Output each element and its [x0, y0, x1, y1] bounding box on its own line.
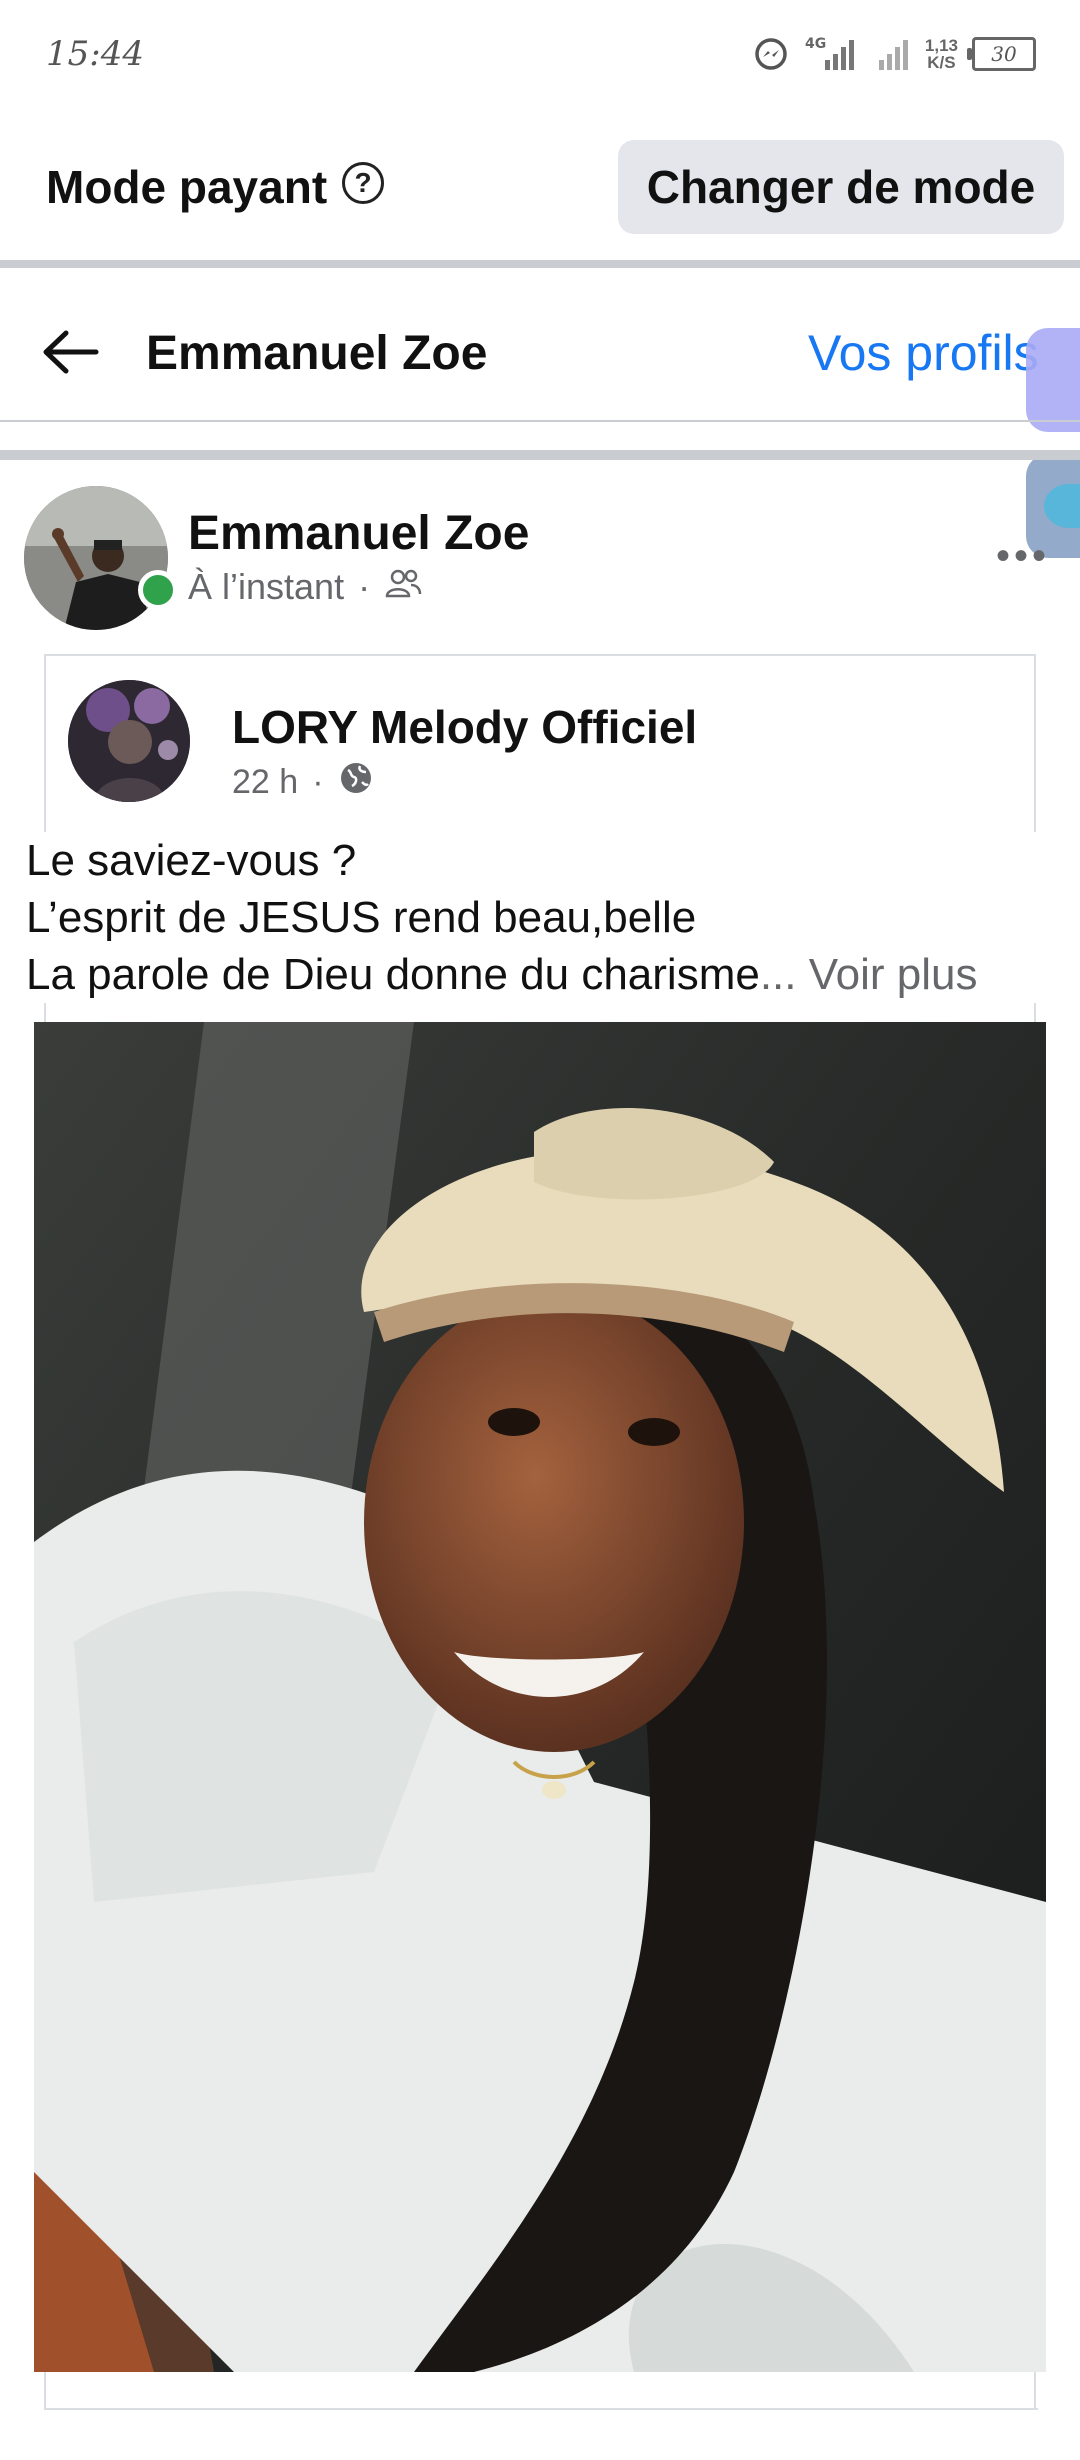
meta-separator: · [358, 566, 371, 607]
change-mode-button[interactable]: Changer de mode [618, 140, 1064, 234]
friends-icon [384, 566, 422, 608]
post-author[interactable]: Emmanuel Zoe [188, 506, 529, 561]
post-text-line: La parole de Dieu donne du charisme... V… [26, 946, 1066, 1003]
post-photo[interactable] [34, 1022, 1046, 2372]
post-text: Le saviez-vous ? L’esprit de JESUS rend … [26, 832, 1066, 1003]
shared-time[interactable]: 22 h [232, 763, 298, 802]
page-avatar[interactable] [68, 680, 190, 802]
meta-separator: · [312, 763, 324, 801]
speed-value: 1,13 [924, 36, 958, 55]
svg-text:4G: 4G [805, 36, 826, 52]
status-icons: 4G 1,13 K/S 30 [753, 30, 1036, 78]
post-time[interactable]: À l’instant [188, 566, 344, 608]
mode-title: Mode payant [46, 161, 328, 213]
signal-icon: 4G [803, 34, 863, 74]
status-time: 15:44 [46, 34, 144, 74]
back-arrow-icon[interactable] [40, 328, 100, 376]
ellipsis: ... [759, 950, 797, 999]
shared-meta: 22 h · [232, 760, 374, 805]
speed-unit: K/S [927, 53, 956, 72]
help-icon[interactable]: ? [342, 162, 384, 204]
post-meta: À l’instant · [188, 566, 422, 608]
online-indicator [138, 570, 178, 610]
messenger-icon [753, 36, 789, 72]
author-avatar[interactable] [24, 486, 168, 630]
network-speed: 1,13 K/S [925, 37, 958, 71]
floating-bubble[interactable] [1026, 328, 1080, 432]
divider [0, 260, 1080, 268]
battery-level: 30 [991, 42, 1017, 66]
fish-icon [1044, 484, 1080, 528]
card-border [44, 2408, 1038, 2410]
header-title: Emmanuel Zoe [146, 327, 488, 380]
post-text-line: Le saviez-vous ? [26, 836, 357, 885]
divider [0, 420, 1080, 422]
signal-2-icon [877, 34, 911, 74]
divider [0, 450, 1080, 460]
post-text-line: L’esprit de JESUS rend beau,belle [26, 893, 697, 942]
your-profiles-link[interactable]: Vos profils [808, 324, 1039, 382]
post-text-line-3: La parole de Dieu donne du charisme [26, 950, 760, 999]
battery-icon: 30 [967, 37, 1036, 71]
page-name[interactable]: LORY Melody Officiel [232, 700, 697, 754]
globe-icon [338, 760, 374, 805]
see-more-link[interactable]: Voir plus [809, 950, 978, 999]
more-icon[interactable]: ••• [996, 534, 1050, 579]
